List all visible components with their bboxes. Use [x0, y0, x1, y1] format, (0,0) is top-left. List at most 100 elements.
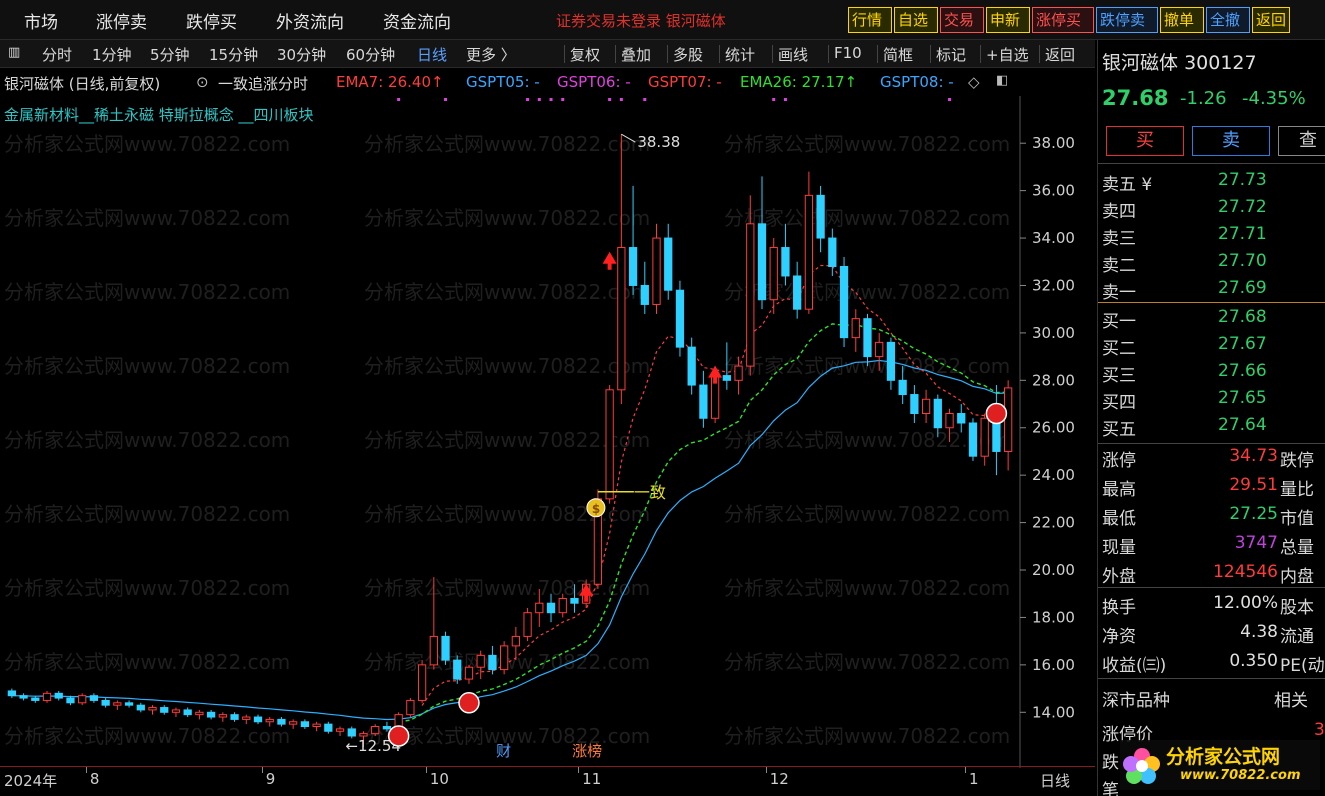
- candle[interactable]: [171, 707, 181, 718]
- candle[interactable]: [230, 712, 239, 722]
- candle[interactable]: [54, 690, 63, 701]
- candle[interactable]: [523, 607, 532, 642]
- candle[interactable]: [500, 641, 509, 675]
- candle[interactable]: [335, 726, 345, 736]
- candle[interactable]: [160, 705, 169, 715]
- candle[interactable]: [921, 389, 931, 423]
- candle[interactable]: [851, 309, 860, 352]
- candle[interactable]: [289, 719, 298, 729]
- toolbar-tool[interactable]: 复权: [570, 44, 600, 65]
- candle[interactable]: [476, 650, 485, 680]
- period-tab[interactable]: 5分钟: [150, 44, 190, 65]
- toolbar-tool[interactable]: 标记: [936, 44, 966, 65]
- candle[interactable]: [7, 688, 16, 699]
- candle[interactable]: [113, 700, 122, 710]
- candle[interactable]: [968, 418, 978, 461]
- period-tab[interactable]: 分时: [42, 44, 72, 65]
- candle[interactable]: [453, 655, 462, 684]
- diamond-icon[interactable]: ◇: [968, 73, 980, 91]
- menu-limit-up-sell[interactable]: 涨停卖: [96, 8, 147, 33]
- period-tab[interactable]: 1分钟: [92, 44, 132, 65]
- menu-market[interactable]: 市场: [24, 8, 58, 33]
- toolbar-tool[interactable]: F10: [834, 44, 862, 62]
- market-section-tab[interactable]: 深市品种: [1102, 686, 1170, 711]
- candle[interactable]: [781, 223, 790, 286]
- candle[interactable]: [980, 413, 989, 466]
- candle[interactable]: [136, 702, 145, 713]
- limit-up-list-badge[interactable]: 涨榜: [572, 742, 602, 760]
- candle[interactable]: [19, 693, 28, 701]
- candle[interactable]: [206, 709, 216, 720]
- toolbar-tool[interactable]: 返回: [1045, 44, 1075, 65]
- expand-icon[interactable]: ◧: [996, 73, 1008, 88]
- candle[interactable]: [300, 719, 310, 729]
- formula-name[interactable]: 一致追涨分时: [218, 73, 308, 94]
- top-button[interactable]: 交易: [940, 7, 984, 33]
- toolbar-tool[interactable]: 统计: [725, 44, 755, 65]
- menu-limit-down-buy[interactable]: 跌停买: [186, 8, 237, 33]
- panel-toggle-icon[interactable]: ▥: [8, 45, 20, 60]
- menu-foreign-flow[interactable]: 外资流向: [276, 8, 344, 33]
- top-button[interactable]: 返回: [1252, 7, 1290, 33]
- candle[interactable]: [839, 257, 849, 348]
- sell-button[interactable]: 卖: [1192, 126, 1270, 156]
- candle[interactable]: [664, 223, 673, 300]
- toolbar-tool[interactable]: +自选: [986, 44, 1029, 65]
- top-button[interactable]: 申新: [986, 7, 1030, 33]
- candle[interactable]: [675, 280, 685, 357]
- finance-badge[interactable]: 财: [496, 742, 511, 760]
- candle[interactable]: [816, 185, 825, 253]
- candle[interactable]: [124, 700, 134, 708]
- candle[interactable]: [793, 261, 802, 319]
- candle[interactable]: [148, 705, 157, 715]
- period-tab[interactable]: 30分钟: [277, 44, 326, 65]
- period-tab[interactable]: 15分钟: [209, 44, 258, 65]
- candle[interactable]: [312, 721, 321, 732]
- candle[interactable]: [886, 337, 896, 390]
- candle[interactable]: [242, 714, 251, 725]
- candle[interactable]: [78, 693, 87, 706]
- toolbar-tool[interactable]: 画线: [778, 44, 808, 65]
- candle[interactable]: [89, 693, 99, 703]
- period-label[interactable]: 日线: [1040, 770, 1070, 791]
- kline-chart[interactable]: 分析家公式网www.70822.com 分析家公式网www.70822.com 分析…: [0, 96, 1095, 768]
- candle[interactable]: [183, 707, 192, 718]
- top-button[interactable]: 自选: [894, 7, 938, 33]
- candle[interactable]: [42, 690, 52, 703]
- buy-button[interactable]: 买: [1106, 126, 1184, 156]
- candle[interactable]: [417, 660, 427, 703]
- query-button[interactable]: 查: [1278, 126, 1325, 156]
- candle[interactable]: [757, 176, 767, 310]
- toolbar-tool[interactable]: 叠加: [621, 44, 651, 65]
- candle[interactable]: [699, 370, 708, 428]
- candle[interactable]: [804, 171, 814, 314]
- candle[interactable]: [441, 631, 450, 665]
- candle[interactable]: [640, 261, 649, 314]
- candle[interactable]: [195, 709, 204, 720]
- toolbar-tool[interactable]: 多股: [673, 44, 703, 65]
- candle[interactable]: [101, 698, 110, 708]
- candle[interactable]: [910, 385, 919, 423]
- candle[interactable]: [324, 721, 333, 734]
- period-tab[interactable]: 日线: [417, 44, 447, 65]
- top-button[interactable]: 涨停买: [1032, 7, 1094, 33]
- menu-capital-flow[interactable]: 资金流向: [383, 8, 451, 33]
- candle[interactable]: [605, 385, 614, 504]
- top-button[interactable]: 全撤: [1206, 7, 1250, 33]
- related-tab[interactable]: 相关: [1274, 686, 1308, 711]
- top-button[interactable]: 行情: [848, 7, 892, 33]
- toolbar-tool[interactable]: 简框: [883, 44, 913, 65]
- period-tab[interactable]: 60分钟: [346, 44, 395, 65]
- candle[interactable]: [992, 385, 1001, 476]
- candle[interactable]: [687, 337, 696, 395]
- candle[interactable]: [253, 714, 263, 725]
- candle[interactable]: [828, 228, 837, 276]
- top-button[interactable]: 跌停卖: [1096, 7, 1158, 33]
- candle[interactable]: [464, 664, 474, 684]
- formula-dropdown-icon[interactable]: ⊙: [196, 73, 209, 91]
- candle[interactable]: [406, 698, 415, 718]
- candle[interactable]: [652, 223, 661, 314]
- period-tab[interactable]: 更多 〉: [466, 44, 516, 65]
- candle[interactable]: [218, 712, 227, 722]
- candle[interactable]: [617, 134, 626, 405]
